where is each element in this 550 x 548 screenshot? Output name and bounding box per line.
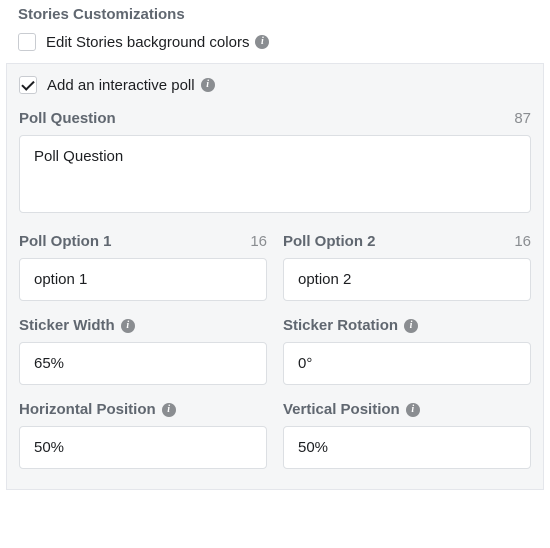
poll-option1-label: Poll Option 1 — [19, 233, 112, 250]
poll-option1-input[interactable] — [19, 258, 267, 301]
poll-option2-input[interactable] — [283, 258, 531, 301]
poll-question-field: Poll Question 87 — [19, 110, 531, 217]
v-position-field: Vertical Position — [283, 401, 531, 469]
sticker-width-input[interactable] — [19, 342, 267, 385]
sticker-rotation-field: Sticker Rotation — [283, 317, 531, 385]
poll-option2-label: Poll Option 2 — [283, 233, 376, 250]
add-poll-label: Add an interactive poll — [47, 77, 195, 94]
edit-bg-row[interactable]: Edit Stories background colors — [0, 29, 550, 63]
sticker-rotation-input[interactable] — [283, 342, 531, 385]
section-title: Stories Customizations — [0, 6, 550, 29]
add-poll-checkbox[interactable] — [19, 76, 37, 94]
h-position-field: Horizontal Position — [19, 401, 267, 469]
info-icon[interactable] — [255, 35, 269, 49]
stories-customizations-section: Stories Customizations Edit Stories back… — [0, 0, 550, 490]
info-icon[interactable] — [406, 403, 420, 417]
edit-bg-label: Edit Stories background colors — [46, 34, 249, 51]
info-icon[interactable] — [201, 78, 215, 92]
poll-option2-counter: 16 — [514, 233, 531, 250]
poll-question-label: Poll Question — [19, 110, 116, 127]
h-position-label: Horizontal Position — [19, 401, 176, 418]
sticker-width-field: Sticker Width — [19, 317, 267, 385]
info-icon[interactable] — [162, 403, 176, 417]
info-icon[interactable] — [121, 319, 135, 333]
info-icon[interactable] — [404, 319, 418, 333]
poll-question-input[interactable] — [19, 135, 531, 213]
sticker-rotation-label: Sticker Rotation — [283, 317, 418, 334]
poll-option1-field: Poll Option 1 16 — [19, 233, 267, 301]
h-position-input[interactable] — [19, 426, 267, 469]
poll-question-counter: 87 — [514, 110, 531, 127]
v-position-label: Vertical Position — [283, 401, 420, 418]
sticker-width-label: Sticker Width — [19, 317, 135, 334]
add-poll-row[interactable]: Add an interactive poll — [19, 76, 531, 100]
poll-option1-counter: 16 — [250, 233, 267, 250]
poll-panel: Add an interactive poll Poll Question 87… — [6, 63, 544, 490]
edit-bg-checkbox[interactable] — [18, 33, 36, 51]
poll-option2-field: Poll Option 2 16 — [283, 233, 531, 301]
v-position-input[interactable] — [283, 426, 531, 469]
